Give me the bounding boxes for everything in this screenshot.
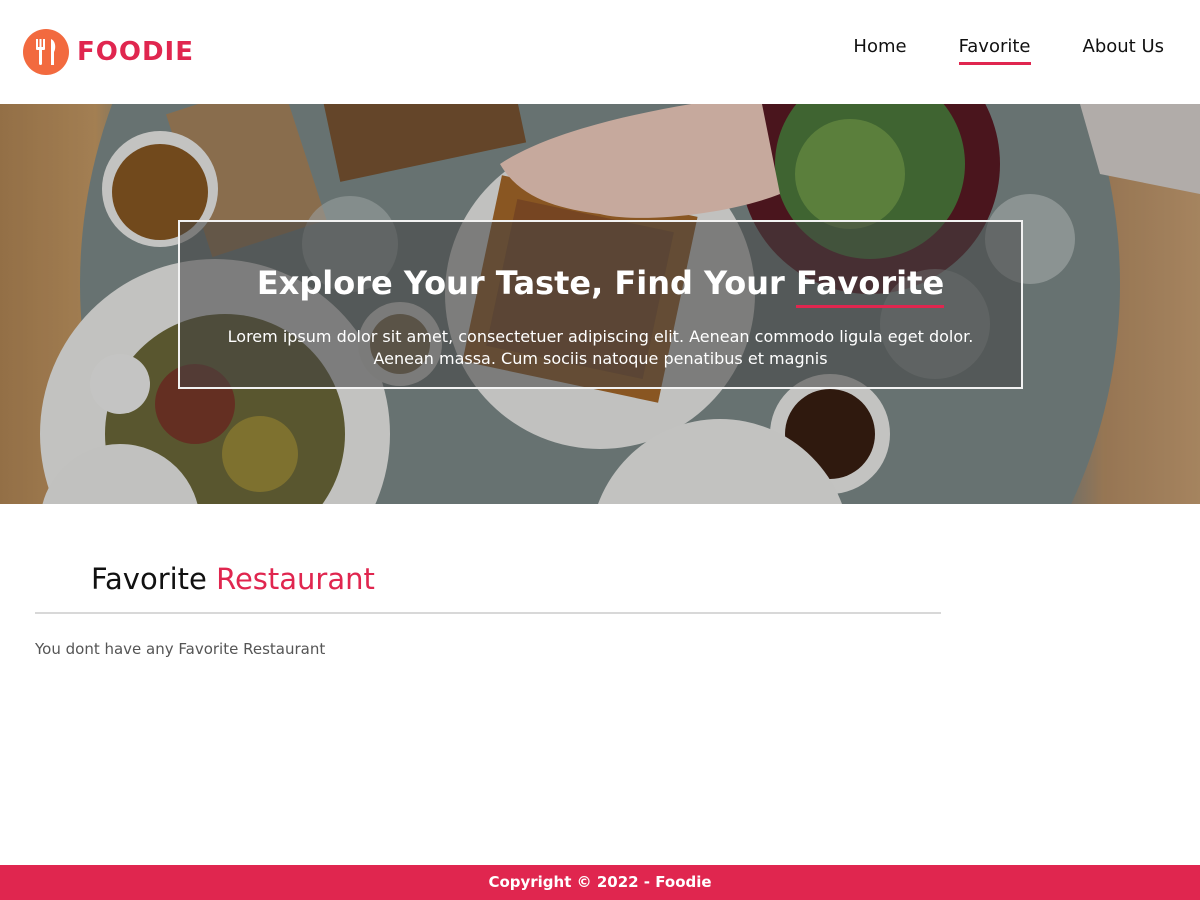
main-nav: Home Favorite About Us bbox=[853, 36, 1165, 65]
copyright-text: Copyright © 2022 - Foodie bbox=[488, 873, 712, 891]
logo[interactable]: FOODIE bbox=[23, 29, 194, 75]
site-footer: Copyright © 2022 - Foodie bbox=[0, 865, 1200, 900]
hero-title-highlight: Favorite bbox=[795, 264, 945, 308]
nav-favorite-link[interactable]: Favorite bbox=[958, 36, 1031, 65]
section-divider bbox=[35, 612, 941, 614]
site-header: FOODIE Home Favorite About Us bbox=[0, 0, 1200, 104]
empty-favorites-message: You dont have any Favorite Restaurant bbox=[35, 640, 326, 658]
favorite-section-title: Favorite Restaurant bbox=[91, 562, 375, 596]
nav-about-link[interactable]: About Us bbox=[1083, 36, 1165, 61]
hero-banner: Explore Your Taste, Find Your Favorite L… bbox=[0, 104, 1200, 504]
nav-home-link[interactable]: Home bbox=[853, 36, 906, 61]
section-title-accent: Restaurant bbox=[216, 562, 375, 596]
hero-description: Lorem ipsum dolor sit amet, consectetuer… bbox=[227, 327, 974, 368]
hero-title-text: Explore Your Taste, Find Your bbox=[256, 264, 796, 302]
hero-title: Explore Your Taste, Find Your Favorite bbox=[180, 264, 1021, 308]
brand-name: FOODIE bbox=[77, 37, 194, 67]
section-title-text: Favorite bbox=[91, 562, 207, 596]
fork-knife-icon bbox=[23, 29, 69, 75]
hero-caption-box: Explore Your Taste, Find Your Favorite L… bbox=[178, 220, 1023, 389]
